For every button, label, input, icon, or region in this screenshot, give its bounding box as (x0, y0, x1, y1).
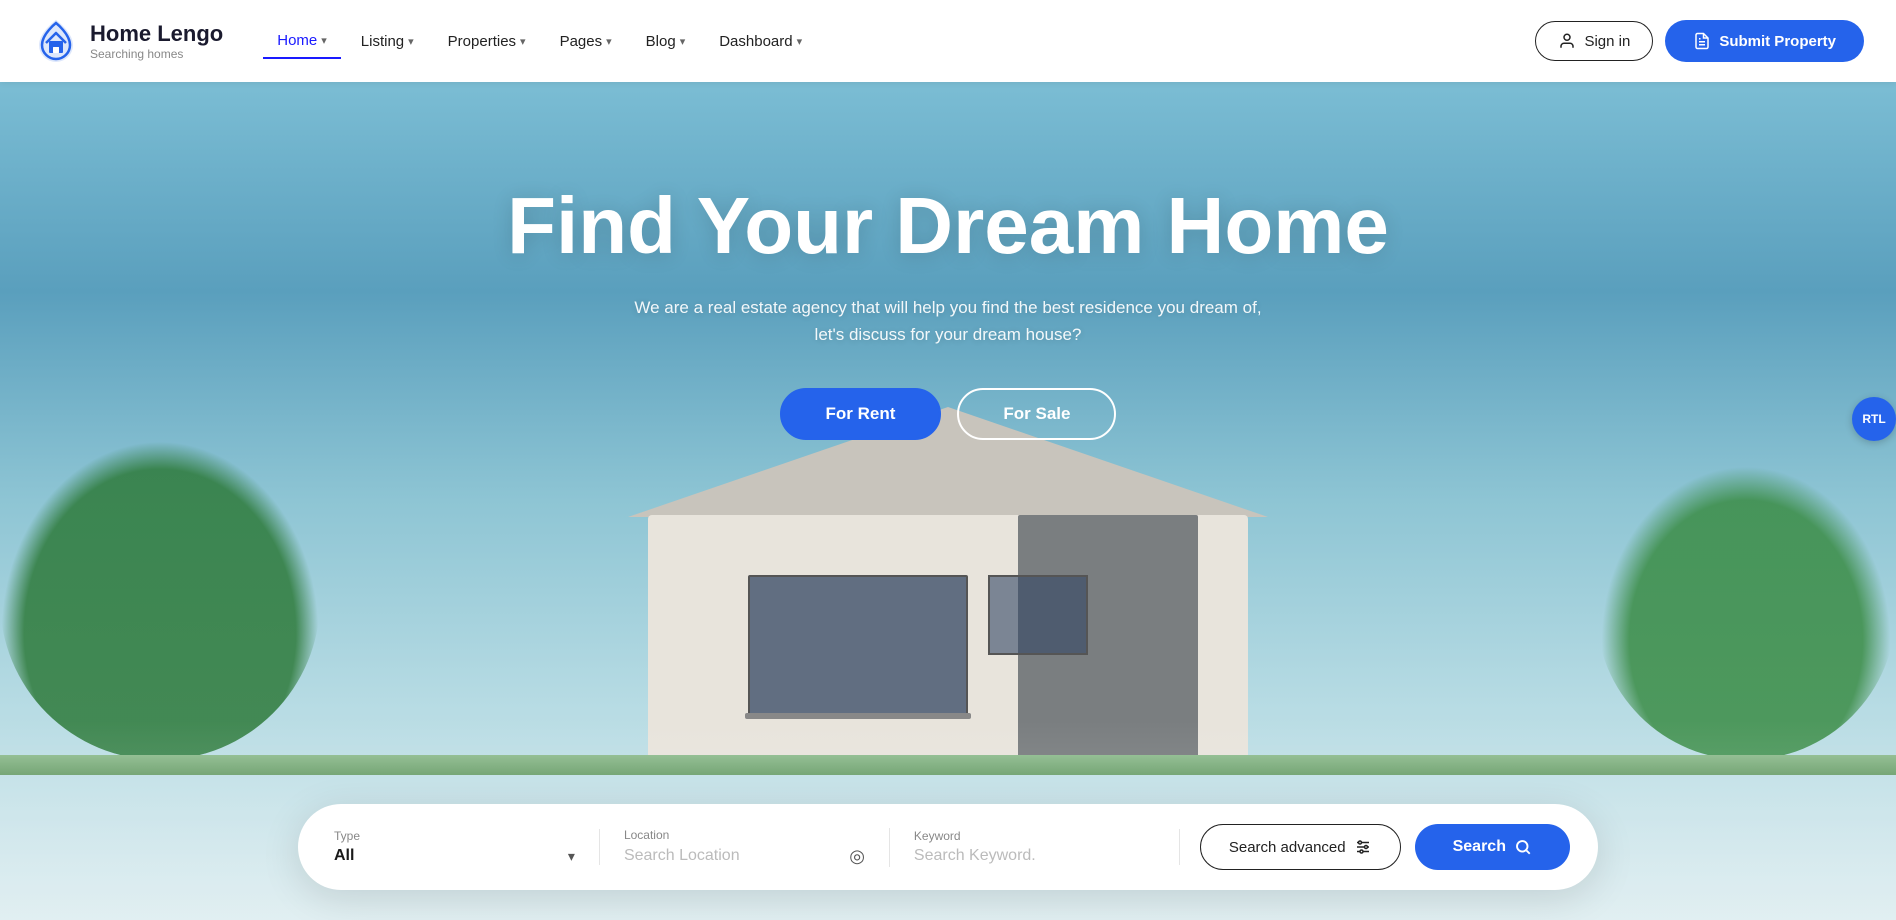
type-chevron-icon[interactable]: ▾ (568, 848, 575, 865)
tab-for-rent[interactable]: For Rent (780, 388, 942, 440)
nav-blog[interactable]: Blog ▾ (632, 25, 700, 58)
house-illustration (598, 415, 1298, 775)
navbar: Home Lengo Searching homes Home ▾ Listin… (0, 0, 1896, 82)
chevron-down-icon: ▾ (520, 35, 526, 48)
hero-section: Find Your Dream Home We are a real estat… (0, 82, 1896, 920)
location-field: Location ◎ (600, 828, 890, 867)
brand-tagline: Searching homes (90, 47, 223, 61)
tree-left-decoration (0, 440, 320, 760)
nav-dashboard[interactable]: Dashboard ▾ (705, 25, 816, 58)
search-advanced-button[interactable]: Search advanced (1200, 824, 1401, 870)
hero-title: Find Your Dream Home (507, 182, 1389, 270)
tree-right-decoration (1596, 460, 1896, 760)
search-icon (1514, 838, 1532, 856)
chevron-down-icon: ▾ (797, 35, 803, 48)
user-icon (1558, 32, 1576, 50)
nav-links: Home ▾ Listing ▾ Properties ▾ Pages ▾ Bl… (263, 24, 1535, 59)
sliders-icon (1354, 838, 1372, 856)
chevron-down-icon: ▾ (680, 35, 686, 48)
nav-pages[interactable]: Pages ▾ (546, 25, 626, 58)
chevron-down-icon: ▾ (321, 34, 327, 47)
location-input[interactable] (624, 847, 841, 865)
ground-strip (0, 755, 1896, 775)
rtl-toggle-button[interactable]: RTL (1852, 397, 1896, 441)
hero-subtitle: We are a real estate agency that will he… (628, 294, 1268, 348)
search-button[interactable]: Search (1415, 824, 1570, 870)
nav-properties[interactable]: Properties ▾ (434, 25, 540, 58)
chevron-down-icon: ▾ (408, 35, 414, 48)
keyword-label: Keyword (914, 829, 1155, 843)
tab-for-sale[interactable]: For Sale (957, 388, 1116, 440)
house-window-small (988, 575, 1088, 655)
search-bar: Type ▾ Location ◎ Keyword Search advance (298, 804, 1598, 890)
keyword-input[interactable] (914, 847, 1155, 865)
hero-content: Find Your Dream Home We are a real estat… (507, 82, 1389, 440)
chevron-down-icon: ▾ (606, 35, 612, 48)
keyword-field: Keyword (890, 829, 1180, 865)
submit-property-button[interactable]: Submit Property (1665, 20, 1864, 62)
house-body (648, 515, 1248, 775)
type-field: Type ▾ (326, 829, 600, 865)
document-icon (1693, 32, 1711, 50)
hero-tabs: For Rent For Sale (507, 388, 1389, 440)
brand-name: Home Lengo (90, 21, 223, 47)
type-label: Type (334, 829, 575, 843)
location-target-icon: ◎ (849, 846, 865, 867)
house-window-large (748, 575, 968, 715)
nav-listing[interactable]: Listing ▾ (347, 25, 428, 58)
logo-link[interactable]: Home Lengo Searching homes (32, 17, 223, 65)
house-balcony (745, 713, 971, 719)
logo-icon (32, 17, 80, 65)
search-actions: Search advanced Search (1180, 824, 1570, 870)
nav-actions: Sign in Submit Property (1535, 20, 1864, 62)
signin-button[interactable]: Sign in (1535, 21, 1653, 61)
nav-home[interactable]: Home ▾ (263, 24, 341, 59)
type-input[interactable] (334, 847, 560, 865)
location-label: Location (624, 828, 865, 842)
